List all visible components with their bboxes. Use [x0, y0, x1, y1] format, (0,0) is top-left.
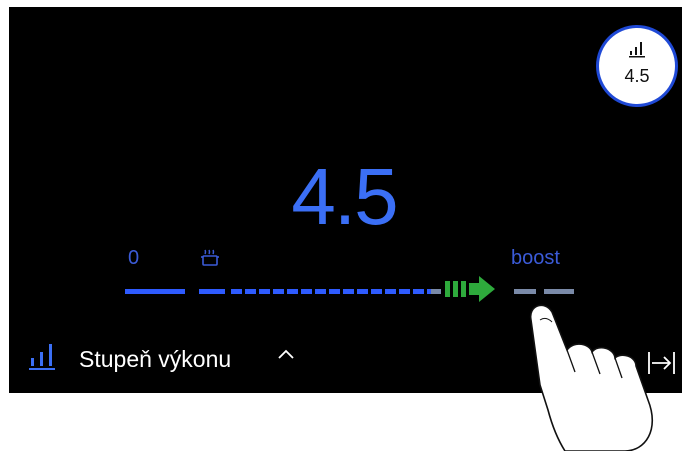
hand-pointer-icon	[529, 304, 654, 451]
